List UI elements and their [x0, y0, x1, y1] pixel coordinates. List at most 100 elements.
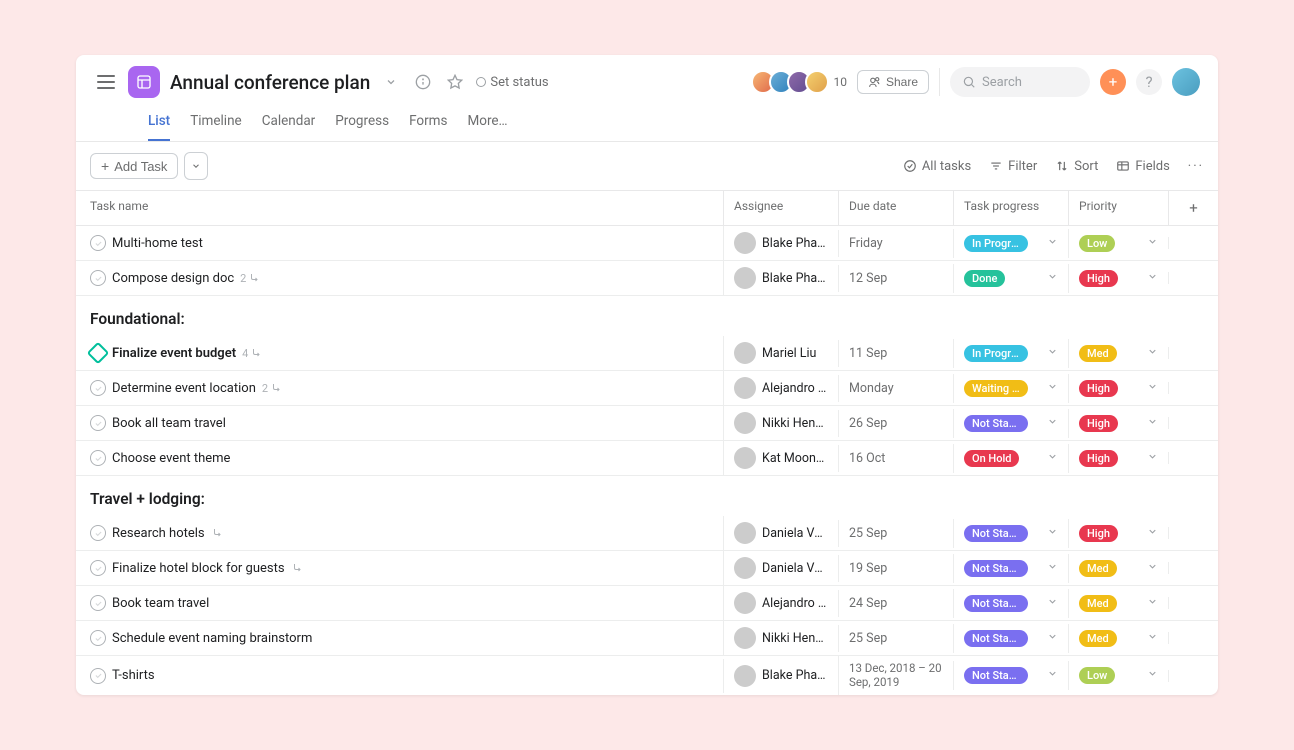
- chevron-down-icon[interactable]: [1043, 596, 1058, 611]
- chevron-down-icon[interactable]: [1143, 381, 1158, 396]
- menu-icon[interactable]: [94, 70, 118, 94]
- progress-pill[interactable]: Not Start…: [964, 560, 1028, 577]
- add-button[interactable]: +: [1100, 69, 1126, 95]
- chevron-down-icon[interactable]: [1143, 271, 1158, 286]
- complete-checkbox[interactable]: [90, 668, 106, 684]
- chevron-down-icon[interactable]: [1043, 526, 1058, 541]
- progress-pill[interactable]: Not Start…: [964, 525, 1028, 542]
- task-row[interactable]: Research hotelsDaniela Var…25 SepNot Sta…: [76, 516, 1218, 551]
- chevron-down-icon[interactable]: [1143, 526, 1158, 541]
- complete-checkbox[interactable]: [90, 270, 106, 286]
- chevron-down-icon[interactable]: [380, 71, 402, 93]
- priority-pill[interactable]: High: [1079, 450, 1118, 467]
- tab-list[interactable]: List: [148, 107, 170, 141]
- col-progress[interactable]: Task progress: [953, 191, 1068, 225]
- share-button[interactable]: Share: [857, 70, 929, 94]
- priority-pill[interactable]: Low: [1079, 667, 1115, 684]
- filter-button[interactable]: Filter: [989, 159, 1037, 174]
- complete-checkbox[interactable]: [90, 380, 106, 396]
- all-tasks-button[interactable]: All tasks: [903, 159, 971, 174]
- info-icon[interactable]: [412, 71, 434, 93]
- complete-checkbox[interactable]: [90, 630, 106, 646]
- row-extra: [1168, 597, 1218, 609]
- progress-pill[interactable]: Not Start…: [964, 630, 1028, 647]
- complete-checkbox[interactable]: [90, 560, 106, 576]
- chevron-down-icon[interactable]: [1143, 668, 1158, 683]
- progress-pill[interactable]: Done: [964, 270, 1005, 287]
- help-button[interactable]: ?: [1136, 69, 1162, 95]
- chevron-down-icon[interactable]: [1143, 451, 1158, 466]
- chevron-down-icon[interactable]: [1043, 236, 1058, 251]
- tab-progress[interactable]: Progress: [335, 107, 389, 141]
- priority-pill[interactable]: Med: [1079, 345, 1117, 362]
- progress-pill[interactable]: Waiting o…: [964, 380, 1028, 397]
- chevron-down-icon[interactable]: [1043, 416, 1058, 431]
- chevron-down-icon[interactable]: [1143, 346, 1158, 361]
- tab-calendar[interactable]: Calendar: [262, 107, 316, 141]
- chevron-down-icon[interactable]: [1043, 271, 1058, 286]
- task-row[interactable]: Finalize hotel block for guestsDaniela V…: [76, 551, 1218, 586]
- task-row[interactable]: Schedule event naming brainstormNikki He…: [76, 621, 1218, 656]
- task-row[interactable]: Finalize event budget4 Mariel Liu11 SepI…: [76, 336, 1218, 371]
- tab-forms[interactable]: Forms: [409, 107, 447, 141]
- more-icon[interactable]: ···: [1188, 159, 1204, 174]
- star-icon[interactable]: [444, 71, 466, 93]
- progress-pill[interactable]: In Progre…: [964, 345, 1028, 362]
- priority-pill[interactable]: Med: [1079, 560, 1117, 577]
- progress-pill[interactable]: Not Start…: [964, 667, 1028, 684]
- col-priority[interactable]: Priority: [1068, 191, 1168, 225]
- complete-checkbox[interactable]: [90, 450, 106, 466]
- priority-pill[interactable]: High: [1079, 525, 1118, 542]
- add-task-button[interactable]: +Add Task: [90, 153, 178, 179]
- chevron-down-icon[interactable]: [1043, 668, 1058, 683]
- add-task-dropdown[interactable]: [184, 152, 208, 180]
- chevron-down-icon[interactable]: [1043, 451, 1058, 466]
- tab-timeline[interactable]: Timeline: [190, 107, 242, 141]
- task-row[interactable]: Book all team travelNikki Hend…26 SepNot…: [76, 406, 1218, 441]
- priority-pill[interactable]: High: [1079, 270, 1118, 287]
- priority-pill[interactable]: Med: [1079, 595, 1117, 612]
- sort-button[interactable]: Sort: [1055, 159, 1098, 174]
- complete-checkbox[interactable]: [90, 415, 106, 431]
- tab-more[interactable]: More…: [467, 107, 507, 141]
- priority-pill[interactable]: High: [1079, 380, 1118, 397]
- progress-pill[interactable]: On Hold: [964, 450, 1019, 467]
- member-avatars[interactable]: 10: [757, 70, 847, 94]
- chevron-down-icon[interactable]: [1143, 561, 1158, 576]
- chevron-down-icon[interactable]: [1143, 631, 1158, 646]
- fields-button[interactable]: Fields: [1116, 159, 1169, 174]
- col-assignee[interactable]: Assignee: [723, 191, 838, 225]
- progress-pill[interactable]: Not Start…: [964, 415, 1028, 432]
- col-due-date[interactable]: Due date: [838, 191, 953, 225]
- project-title[interactable]: Annual conference plan: [170, 71, 370, 94]
- task-row[interactable]: Book team travelAlejandro L…24 SepNot St…: [76, 586, 1218, 621]
- section-header[interactable]: Travel + lodging:: [76, 476, 1218, 516]
- search-input[interactable]: Search: [950, 67, 1090, 97]
- milestone-icon[interactable]: [87, 342, 110, 365]
- task-row[interactable]: Compose design doc2 Blake Pham12 SepDone…: [76, 261, 1218, 296]
- set-status-button[interactable]: Set status: [476, 75, 548, 90]
- chevron-down-icon[interactable]: [1043, 381, 1058, 396]
- chevron-down-icon[interactable]: [1143, 236, 1158, 251]
- complete-checkbox[interactable]: [90, 235, 106, 251]
- profile-avatar[interactable]: [1172, 68, 1200, 96]
- chevron-down-icon[interactable]: [1043, 346, 1058, 361]
- complete-checkbox[interactable]: [90, 525, 106, 541]
- chevron-down-icon[interactable]: [1043, 631, 1058, 646]
- chevron-down-icon[interactable]: [1143, 596, 1158, 611]
- progress-pill[interactable]: In Progre…: [964, 235, 1028, 252]
- task-row[interactable]: T-shirtsBlake Pham13 Dec, 2018 – 20 Sep,…: [76, 656, 1218, 695]
- task-row[interactable]: Choose event themeKat Mooney16 OctOn Hol…: [76, 441, 1218, 476]
- priority-pill[interactable]: High: [1079, 415, 1118, 432]
- progress-pill[interactable]: Not Start…: [964, 595, 1028, 612]
- complete-checkbox[interactable]: [90, 595, 106, 611]
- col-task-name[interactable]: Task name: [76, 191, 723, 225]
- task-row[interactable]: Determine event location2 Alejandro L…Mo…: [76, 371, 1218, 406]
- priority-pill[interactable]: Low: [1079, 235, 1115, 252]
- task-row[interactable]: Multi-home testBlake PhamFridayIn Progre…: [76, 226, 1218, 261]
- chevron-down-icon[interactable]: [1143, 416, 1158, 431]
- priority-pill[interactable]: Med: [1079, 630, 1117, 647]
- add-column-button[interactable]: +: [1168, 191, 1218, 225]
- section-header[interactable]: Foundational:: [76, 296, 1218, 336]
- chevron-down-icon[interactable]: [1043, 561, 1058, 576]
